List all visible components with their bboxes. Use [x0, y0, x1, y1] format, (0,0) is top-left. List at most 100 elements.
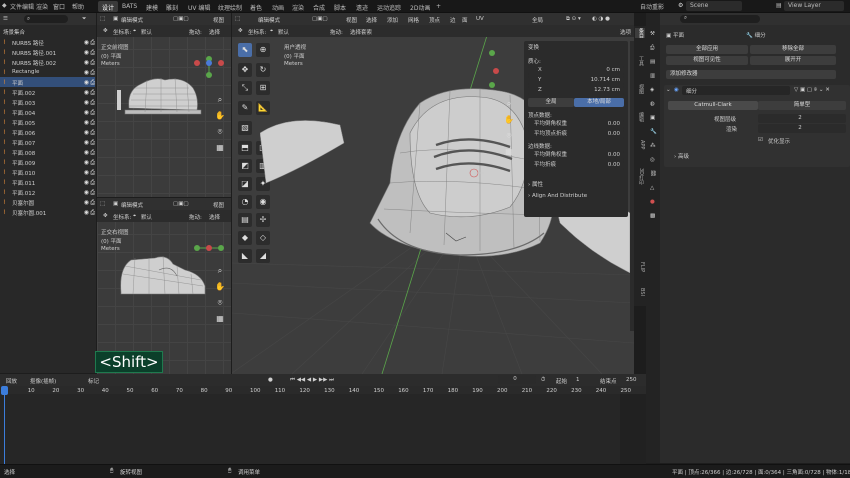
tab-flip[interactable]: FLIP	[635, 262, 645, 272]
navigation-gizmo[interactable]	[191, 53, 227, 93]
annotate-icon[interactable]: ✎	[238, 101, 252, 115]
tab-modeling[interactable]: 建模	[142, 1, 162, 12]
render-icon[interactable]: ⎙	[650, 45, 654, 52]
data-icon[interactable]: △	[650, 185, 654, 191]
collapse-icon[interactable]: ⌄	[666, 87, 671, 93]
outliner-search-input[interactable]	[24, 15, 68, 23]
vertex-select-icon[interactable]: ▢▣▢	[173, 16, 189, 22]
eye-icon[interactable]: ◉	[84, 69, 89, 76]
modifier-wrench-icon[interactable]: 🔧	[650, 129, 657, 135]
transform-orientation[interactable]: 全局	[532, 16, 543, 24]
eye-icon[interactable]: ◉	[84, 139, 89, 146]
tab-design[interactable]: 设计	[98, 1, 119, 12]
tab-scripting[interactable]: 脚本	[330, 1, 350, 12]
tab-relics[interactable]: 遗迹	[352, 1, 372, 12]
optimal-display-checkbox[interactable]: ☑	[758, 137, 763, 143]
rip-region-icon[interactable]: ◣	[238, 249, 252, 263]
viewport-right[interactable]: ⬚ ▣ 编辑模式 ▢▣▢ 视图 ✥ 坐标系: ⌖ 默认 拖动: 选择 正交右视图…	[97, 198, 231, 374]
camera-render-icon[interactable]: ⎙	[90, 99, 95, 107]
camera-render-icon[interactable]: ⎙	[90, 169, 95, 177]
eye-icon[interactable]: ◉	[84, 149, 89, 156]
mode-icon[interactable]: ▣	[113, 16, 118, 22]
menu-help[interactable]: 帮助	[72, 2, 84, 11]
object-icon[interactable]: ▣	[650, 115, 655, 121]
coord-icon[interactable]: ⌖	[270, 28, 273, 35]
editor-type-icon[interactable]: ⬚	[100, 201, 105, 207]
outliner-item[interactable]: ⌇ 平面.006 ◉ ⎙	[0, 127, 95, 137]
camera-render-icon[interactable]: ⎙	[90, 39, 95, 47]
panel-transform-title[interactable]: 变换	[528, 43, 539, 51]
camera-render-icon[interactable]: ⎙	[90, 129, 95, 137]
align-distribute-section[interactable]: › Align And Distribute	[528, 193, 587, 199]
vertex-select-icon[interactable]: ▢▣▢	[312, 16, 328, 22]
outliner-item[interactable]: ⌇ 平面.005 ◉ ⎙	[0, 117, 95, 127]
constraints-icon[interactable]: ⛓	[650, 171, 657, 177]
menu-vertex[interactable]: 顶点	[429, 16, 440, 24]
tab-sculpt[interactable]: 雕刻	[162, 1, 182, 12]
tab-uv[interactable]: UV 编辑	[184, 1, 214, 12]
editor-type-icon[interactable]: ⬚	[100, 16, 105, 22]
cursor-icon[interactable]: ⊕	[256, 43, 270, 57]
texture-icon[interactable]: ▩	[650, 213, 655, 219]
y-field[interactable]: Y 10.714 cm	[528, 76, 624, 85]
outliner-item[interactable]: ⌇ 平面.008 ◉ ⎙	[0, 147, 95, 157]
knife-icon[interactable]: ◪	[238, 177, 252, 191]
tab-2d-animation[interactable]: 2D动画	[406, 1, 434, 12]
camera-icon[interactable]: ⌾	[502, 129, 516, 143]
tool-icon[interactable]: ⚒	[650, 31, 655, 37]
global-toggle[interactable]: 全局	[528, 98, 574, 107]
coord-selector[interactable]: 默认	[278, 28, 289, 36]
tab-app[interactable]: APP	[635, 140, 645, 149]
snap-icon[interactable]: ⧉ ⊙ ▾	[566, 16, 581, 23]
outliner-item[interactable]: ⌇ Rectangle ◉ ⎙	[0, 67, 95, 77]
menu-face[interactable]: 面	[462, 16, 468, 24]
edge-bevel-weight-field[interactable]: 平均倒角权重 0.00	[528, 151, 624, 160]
properties-section[interactable]: › 属性	[528, 180, 543, 188]
outliner-item[interactable]: ⌇ 平面.007 ◉ ⎙	[0, 137, 95, 147]
mode-selector[interactable]: 编辑模式	[121, 16, 143, 24]
outliner-item[interactable]: ⌇ 平面.012 ◉ ⎙	[0, 187, 95, 197]
camera-icon[interactable]: ⌾	[213, 125, 227, 139]
zoom-icon[interactable]: ⌕	[213, 264, 227, 278]
scene-icon[interactable]: ◈	[650, 87, 654, 93]
outliner-item[interactable]: ⌇ 平面.004 ◉ ⎙	[0, 107, 95, 117]
simple-toggle[interactable]: 简单型	[758, 101, 846, 110]
navigation-gizmo[interactable]	[482, 43, 512, 93]
properties-search-input[interactable]	[680, 15, 760, 23]
edge-slide-icon[interactable]: ▤	[238, 213, 252, 227]
coord-selector[interactable]: 默认	[141, 28, 152, 36]
pan-hand-icon[interactable]: ✋	[213, 109, 227, 123]
camera-render-icon[interactable]: ⎙	[90, 69, 95, 77]
menu-select[interactable]: 选择	[366, 16, 377, 24]
vertex-bevel-weight-field[interactable]: 平均倒角权重 0.00	[528, 120, 624, 129]
tab-rendering[interactable]: 渲染	[288, 1, 308, 12]
scale-icon[interactable]: ⤡	[238, 81, 252, 95]
transform-icon[interactable]: ✥	[103, 28, 108, 34]
menu-mesh[interactable]: 网格	[408, 16, 419, 24]
zoom-icon[interactable]: ⌕	[502, 97, 516, 111]
outliner-item[interactable]: ⌇ 平面.010 ◉ ⎙	[0, 167, 95, 177]
modifier-name-field[interactable]	[682, 86, 790, 95]
outliner-item[interactable]: ⌇ 平面.011 ◉ ⎙	[0, 177, 95, 187]
material-icon[interactable]: ●	[650, 199, 655, 205]
eye-icon[interactable]: ◉	[84, 59, 89, 66]
camera-render-icon[interactable]: ⎙	[90, 159, 95, 167]
extrude-icon[interactable]: ⬒	[238, 141, 252, 155]
navigation-gizmo[interactable]	[191, 238, 227, 258]
playhead[interactable]	[1, 386, 8, 395]
tab-compositing[interactable]: 合成	[309, 1, 329, 12]
outliner-item[interactable]: ⌇ 贝塞尔圆.001 ◉ ⎙	[0, 207, 95, 217]
delete-all-button[interactable]: 移除全部	[750, 45, 836, 54]
options-menu[interactable]: 选项	[620, 28, 631, 36]
expand-button[interactable]: 展开开	[750, 56, 836, 65]
outliner-item[interactable]: ⌇ 平面.003 ◉ ⎙	[0, 97, 95, 107]
viewport-front[interactable]: ⬚ ▣ 编辑模式 ▢▣▢ 视图 ✥ 坐标系: ⌖ 默认 拖动: 选择 正交前视图…	[97, 13, 231, 197]
outliner-item[interactable]: ⌇ 贝塞尔圆 ◉ ⎙	[0, 197, 95, 207]
outliner-item[interactable]: ⌇ NURBS 路径.001 ◉ ⎙	[0, 47, 95, 57]
vertex-select-icon[interactable]: ▢▣▢	[173, 201, 189, 207]
tab-bats[interactable]: BATS	[118, 1, 141, 12]
viewport-main[interactable]: ⬚ 编辑模式 ▢▣▢ 视图 选择 添加 网格 顶点 边 面 UV 全局 ⧉ ⊙ …	[232, 13, 634, 374]
camera-render-icon[interactable]: ⎙	[90, 119, 95, 127]
camera-render-icon[interactable]: ⎙	[90, 49, 95, 57]
ortho-grid-icon[interactable]: ▦	[213, 312, 227, 326]
